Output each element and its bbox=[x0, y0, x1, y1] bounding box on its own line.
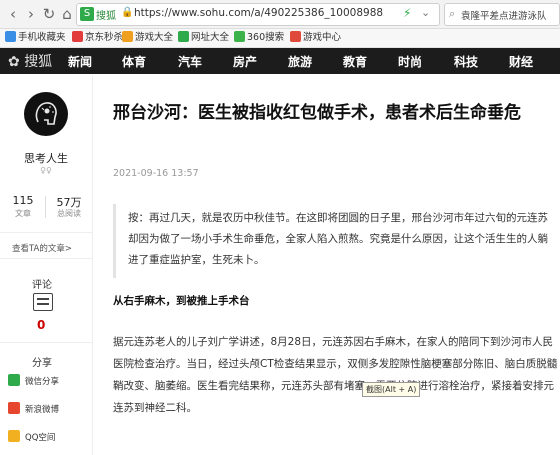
web-icon bbox=[178, 31, 189, 42]
game-center-icon bbox=[290, 31, 301, 42]
bookmark-item[interactable]: 手机收藏夹 bbox=[5, 31, 66, 45]
nav-item-tech[interactable]: 科技 bbox=[454, 53, 478, 70]
all-articles-link[interactable]: 查看TA的文章> bbox=[12, 242, 72, 254]
nav-item-auto[interactable]: 汽车 bbox=[178, 53, 202, 70]
intro-block: 按：再过几天，就是农历中秋佳节。在这即将团圆的日子里，邢台沙河市年过六旬的元连苏… bbox=[113, 204, 558, 278]
share-weibo[interactable]: 新浪微博 bbox=[8, 402, 59, 416]
forward-icon[interactable]: › bbox=[22, 5, 40, 23]
comment-label: 评论 bbox=[32, 280, 52, 291]
bookmarks-bar: 手机收藏夹 京东秒杀 游戏大全 网址大全 360搜索 游戏中心 bbox=[0, 29, 560, 48]
back-icon[interactable]: ‹ bbox=[4, 5, 22, 23]
avatar[interactable] bbox=[24, 92, 68, 136]
fox-icon: ✿ bbox=[8, 54, 25, 70]
sidebar-divider bbox=[92, 76, 93, 455]
author-name[interactable]: 思考人生 bbox=[0, 150, 92, 166]
lock-icon: 🔒 bbox=[121, 7, 134, 18]
refresh-icon[interactable]: ↻ bbox=[40, 5, 58, 23]
search-text[interactable]: 袁隆平差点进游泳队 bbox=[461, 8, 557, 22]
divider bbox=[0, 342, 92, 343]
article-count: 115 bbox=[12, 194, 34, 207]
chevron-down-icon[interactable]: ⌄ bbox=[421, 6, 430, 19]
game-icon bbox=[122, 31, 133, 42]
comment-count[interactable]: 0 bbox=[37, 318, 45, 332]
screenshot-tooltip: 截图(Alt + A) bbox=[362, 382, 421, 397]
search-360-icon bbox=[234, 31, 245, 42]
article-paragraph: 据元连苏老人的儿子刘广学讲述，8月28日，元连苏因右手麻木，在家人的陪同下到沙河… bbox=[113, 336, 558, 414]
comment-icon[interactable] bbox=[33, 293, 53, 311]
search-field[interactable]: ⌕ 袁隆平差点进游泳队 bbox=[444, 3, 560, 26]
sohu-logo[interactable]: ✿ 搜狐 bbox=[8, 51, 52, 71]
nav-item-news[interactable]: 新闻 bbox=[68, 53, 92, 70]
intro-text: 按：再过几天，就是农历中秋佳节。在这即将团圆的日子里，邢台沙河市年过六旬的元连苏… bbox=[128, 212, 548, 266]
bookmark-item[interactable]: 京东秒杀 bbox=[72, 31, 123, 45]
nav-item-finance[interactable]: 财经 bbox=[509, 53, 533, 70]
phone-icon bbox=[5, 31, 16, 42]
wechat-icon bbox=[8, 374, 20, 386]
site-favicon-icon: S bbox=[80, 7, 94, 21]
author-tags: ♀♀ bbox=[40, 166, 52, 175]
url-text[interactable]: https://www.sohu.com/a/490225386_1000898… bbox=[134, 7, 384, 19]
share-qzone[interactable]: QQ空间 bbox=[8, 430, 55, 444]
nav-item-education[interactable]: 教育 bbox=[343, 53, 367, 70]
nav-item-travel[interactable]: 旅游 bbox=[288, 53, 312, 70]
nav-item-fashion[interactable]: 时尚 bbox=[398, 53, 422, 70]
lightning-icon[interactable]: ⚡ bbox=[403, 6, 411, 20]
nav-item-sports[interactable]: 体育 bbox=[122, 53, 146, 70]
nav-item-house[interactable]: 房产 bbox=[233, 53, 257, 70]
home-icon[interactable]: ⌂ bbox=[58, 5, 76, 23]
bookmark-item[interactable]: 游戏中心 bbox=[290, 31, 341, 45]
divider bbox=[0, 232, 92, 233]
jd-icon bbox=[72, 31, 83, 42]
share-wechat[interactable]: 微信分享 bbox=[8, 374, 59, 388]
site-name: 搜狐 bbox=[96, 11, 116, 22]
divider bbox=[0, 258, 92, 259]
read-count-label: 总阅读 bbox=[57, 209, 81, 218]
search-icon[interactable]: ⌕ bbox=[449, 7, 455, 21]
share-label: 分享 bbox=[32, 358, 52, 369]
bookmark-item[interactable]: 360搜索 bbox=[234, 31, 284, 45]
bookmark-item[interactable]: 网址大全 bbox=[178, 31, 229, 45]
weibo-icon bbox=[8, 402, 20, 414]
bookmark-item[interactable]: 游戏大全 bbox=[122, 31, 173, 45]
qzone-icon bbox=[8, 430, 20, 442]
site-nav: ✿ 搜狐 新闻 体育 汽车 房产 旅游 教育 时尚 科技 财经 bbox=[0, 48, 560, 74]
url-field[interactable]: S 搜狐 🔒 https://www.sohu.com/a/490225386_… bbox=[76, 3, 440, 26]
article-count-label: 文章 bbox=[15, 209, 31, 218]
article-title: 邢台沙河：医生被指收红包做手术，患者术后生命垂危 bbox=[113, 103, 521, 123]
publish-date: 2021-09-16 13:57 bbox=[113, 168, 199, 179]
section-heading: 从右手麻木，到被推上手术台 bbox=[113, 295, 250, 307]
address-bar: ‹ › ↻ ⌂ S 搜狐 🔒 https://www.sohu.com/a/49… bbox=[0, 0, 560, 29]
